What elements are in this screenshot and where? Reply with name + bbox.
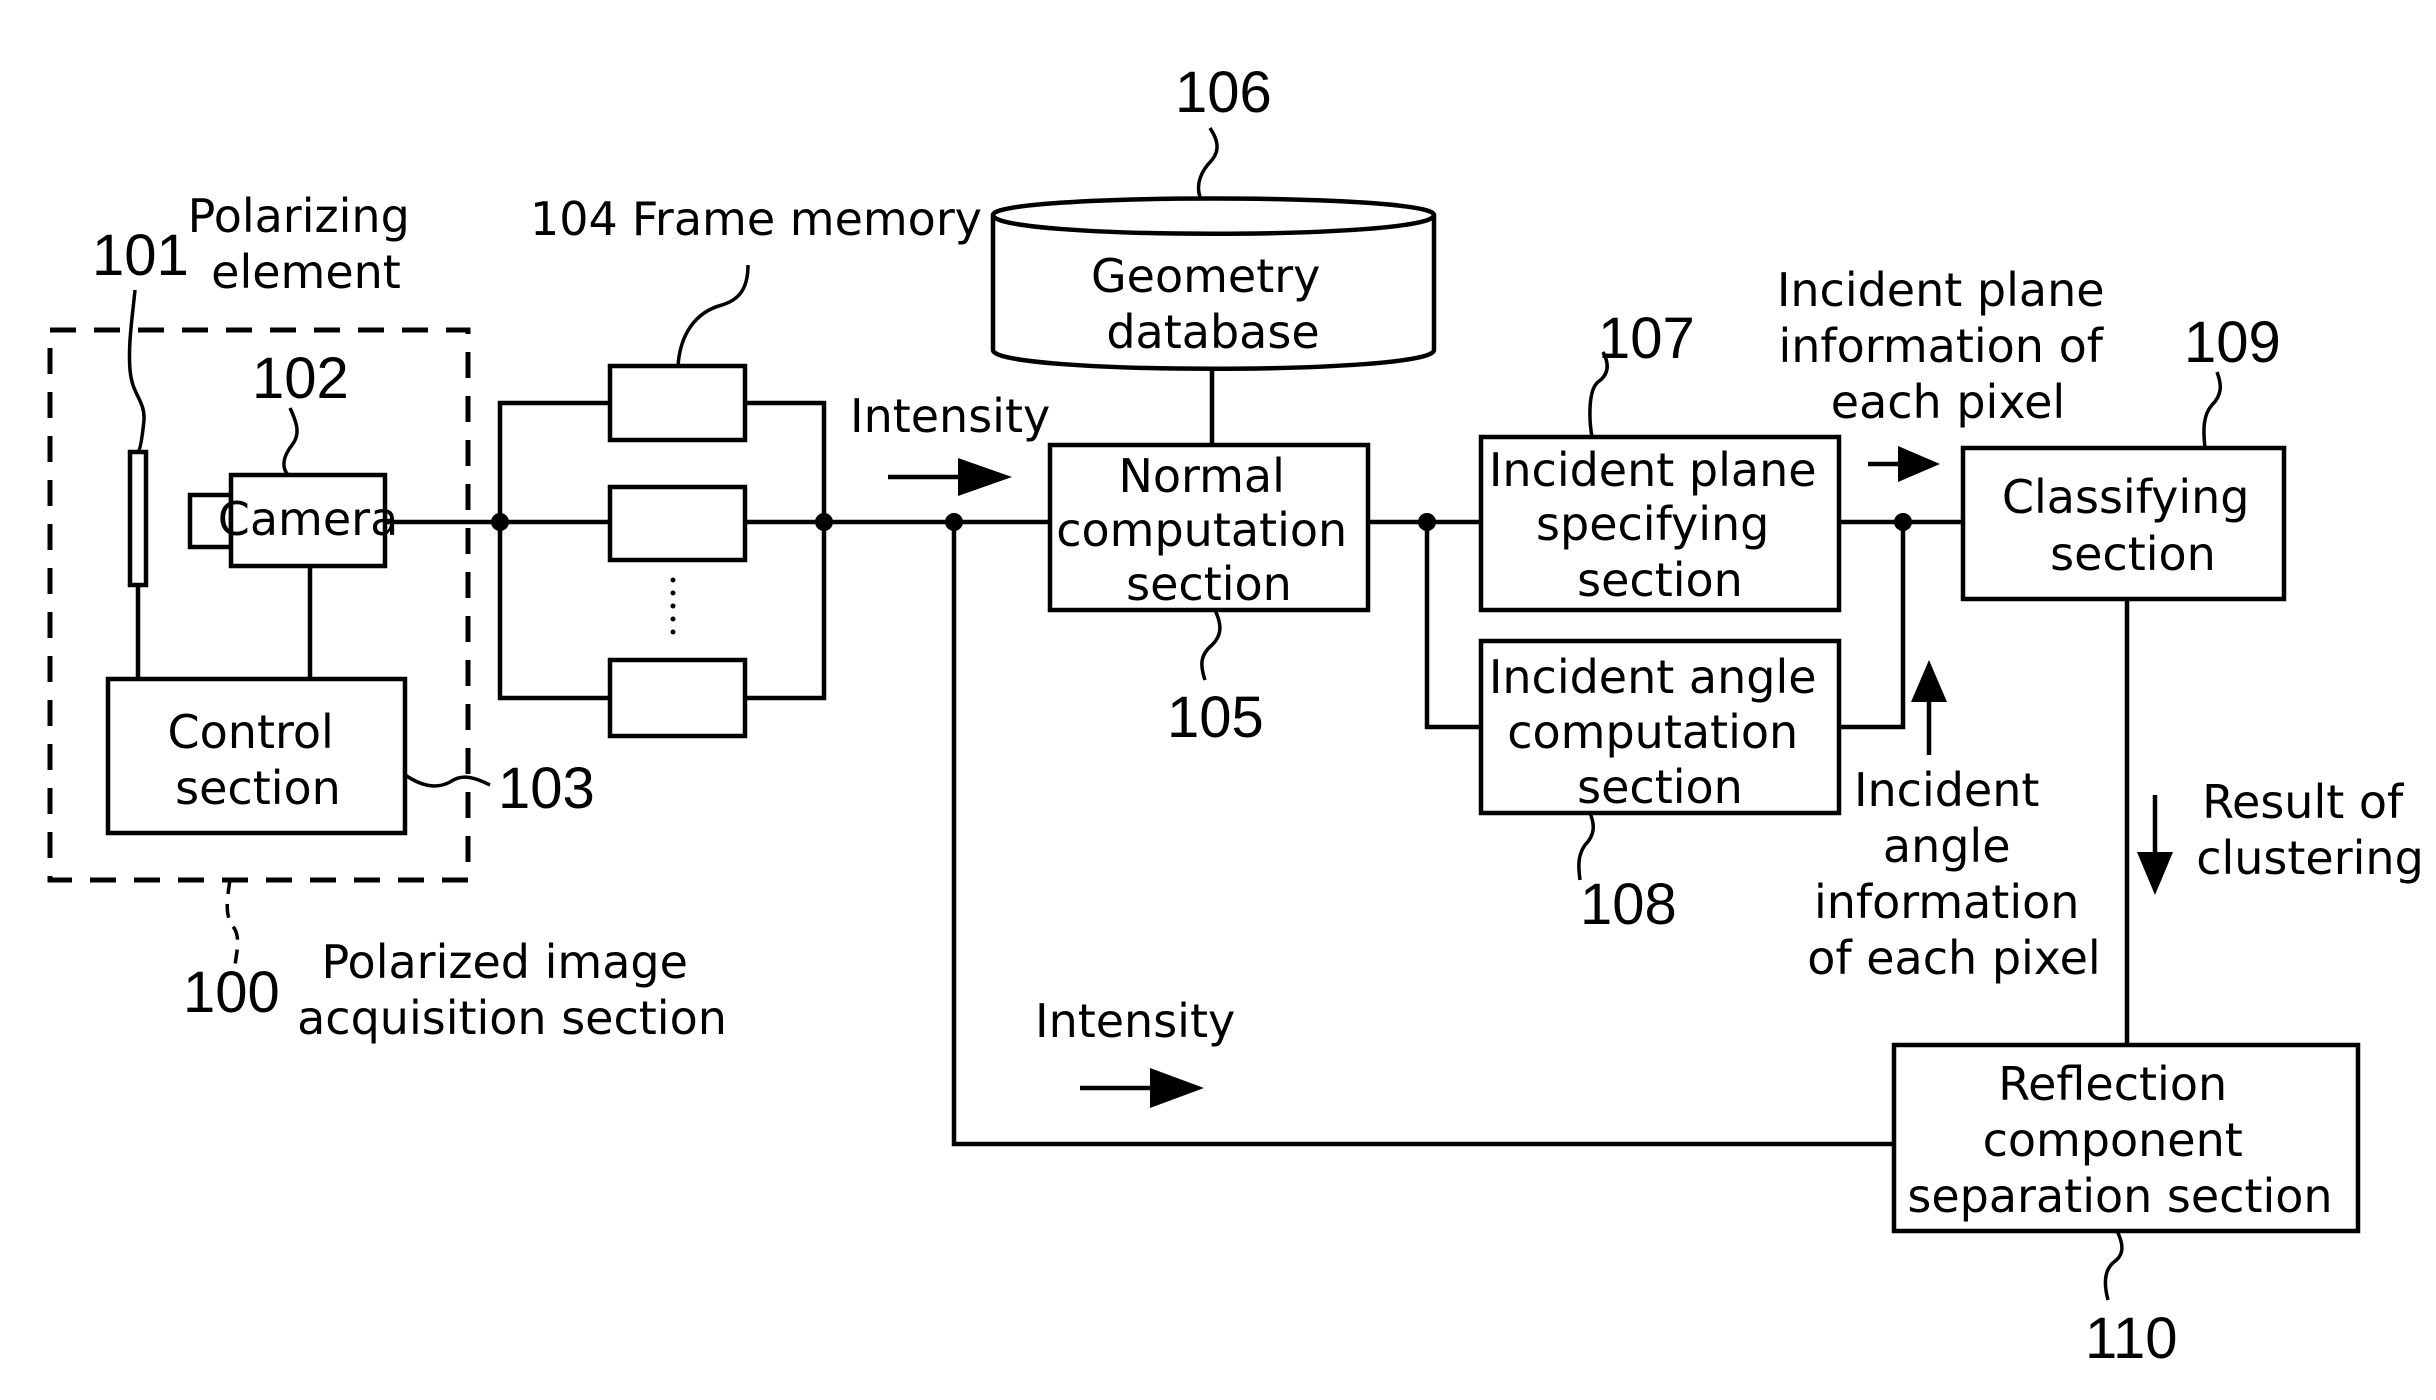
frame-memory-bus-left	[497, 400, 610, 701]
polarizer-leader-line	[127, 289, 146, 454]
right-arrow-icon	[888, 458, 1012, 496]
camera-label: Camera	[218, 492, 399, 546]
up-arrow-icon	[1911, 660, 1947, 755]
control-leader-line	[404, 773, 491, 788]
frame-memory-block-2	[607, 484, 748, 563]
camera-leader-line	[282, 407, 299, 477]
block-diagram: 100 Polarized image acquisition section …	[47, 60, 2424, 1371]
incident-angle-leader-line	[1577, 812, 1596, 881]
normal-leader-line	[1200, 609, 1222, 681]
incident-angle-ref-number: 108	[1580, 872, 1677, 937]
polarizing-element	[127, 449, 149, 588]
incident-angle-info-label: Incident angle information of each pixel	[1807, 763, 2100, 985]
reflection-ref-number: 110	[2085, 1306, 2177, 1371]
ellipsis-dots	[670, 577, 676, 635]
incident-plane-ref-number: 107	[1598, 306, 1695, 371]
wire-to-incident-angle	[1424, 522, 1481, 730]
frame-memory-leader-line	[676, 264, 750, 367]
acquisition-ref-number: 100	[183, 960, 280, 1025]
frame-memory-label: 104 Frame memory	[530, 192, 982, 246]
intensity-top-label: Intensity	[850, 389, 1050, 443]
frame-memory-block-1	[607, 363, 748, 443]
acquisition-leader-line	[225, 879, 240, 966]
acquisition-label: Polarized image acquisition section	[297, 935, 727, 1045]
normal-ref-number: 105	[1167, 685, 1264, 750]
geometry-database-ref-number: 106	[1175, 60, 1272, 125]
right-arrow-icon	[1080, 1068, 1204, 1108]
frame-memory-bus-right	[745, 400, 827, 701]
reflection-leader-line	[2103, 1230, 2124, 1301]
wire-intensity-bottom	[951, 522, 1894, 1147]
classifying-leader-line	[2202, 371, 2223, 449]
intensity-bottom-label: Intensity	[1035, 994, 1235, 1048]
polarizer-label: Polarizing element	[188, 189, 425, 299]
camera-ref-number: 102	[252, 346, 349, 411]
geometry-database-leader-line	[1196, 127, 1219, 198]
classifying-ref-number: 109	[2184, 310, 2281, 375]
frame-memory-block-n	[607, 657, 748, 739]
control-ref-number: 103	[498, 756, 595, 821]
down-arrow-icon	[2137, 795, 2173, 895]
right-arrow-icon	[1868, 446, 1940, 482]
clustering-result-label: Result of clustering	[2196, 775, 2424, 885]
wire-incident-angle-out	[1839, 522, 1906, 730]
polarizer-ref-number: 101	[92, 223, 189, 288]
incident-plane-info-label: Incident plane information of each pixel	[1777, 263, 2119, 429]
